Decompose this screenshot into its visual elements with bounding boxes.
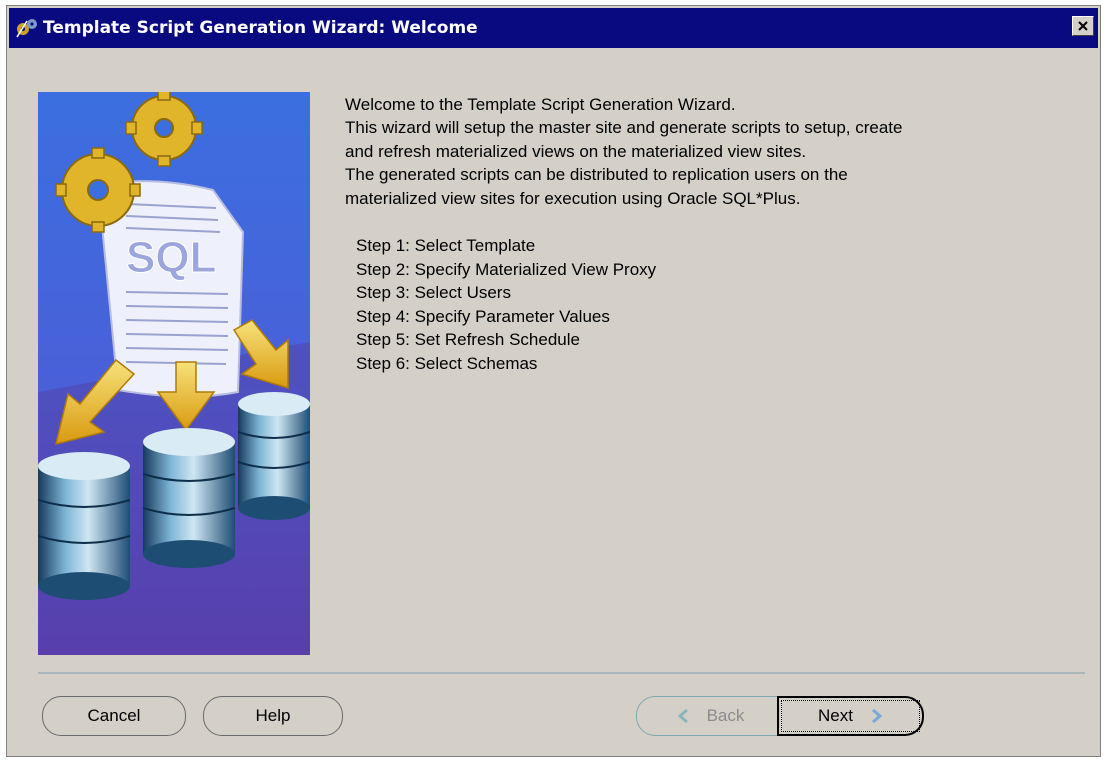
next-focus-ring: Next: [781, 700, 920, 732]
step-item: Step 2: Specify Materialized View Proxy: [356, 259, 657, 279]
close-button[interactable]: [1072, 16, 1094, 36]
left-chevron-icon: [677, 709, 688, 723]
next-button-label: Next: [818, 706, 853, 725]
wizard-window: Template Script Generation Wizard: Welco…: [6, 5, 1101, 757]
wizard-gears-icon: [16, 19, 37, 38]
wizard-illustration: SQL: [38, 92, 310, 655]
intro-text: Welcome to the Template Script Generatio…: [345, 93, 1085, 210]
intro-line: materialized view sites for execution us…: [345, 188, 801, 208]
cancel-button[interactable]: Cancel: [42, 696, 186, 736]
intro-line: Welcome to the Template Script Generatio…: [345, 95, 736, 114]
window-title: Template Script Generation Wizard: Welco…: [43, 18, 478, 38]
right-chevron-icon: [872, 709, 883, 723]
step-item: Step 1: Select Template: [356, 236, 536, 256]
step-item: Step 5: Set Refresh Schedule: [356, 330, 580, 350]
help-button-label: Help: [255, 706, 291, 725]
step-item: Step 4: Specify Parameter Values: [356, 306, 610, 326]
next-button[interactable]: Next: [777, 696, 924, 736]
close-icon: [1078, 21, 1088, 31]
intro-line: The generated scripts can be distributed…: [345, 165, 848, 185]
step-item: Step 3: Select Users: [356, 283, 511, 303]
welcome-content: Welcome to the Template Script Generatio…: [345, 93, 1085, 376]
intro-line: and refresh materialized views on the ma…: [345, 141, 807, 161]
step-item: Step 6: Select Schemas: [356, 354, 538, 373]
intro-line: This wizard will setup the master site a…: [345, 118, 903, 138]
document-sql-text: SQL: [126, 233, 216, 282]
back-button[interactable]: Back: [636, 696, 784, 736]
cancel-button-label: Cancel: [87, 706, 141, 725]
footer-divider: [38, 672, 1085, 674]
title-bar[interactable]: Template Script Generation Wizard: Welco…: [9, 8, 1098, 48]
help-button[interactable]: Help: [203, 696, 343, 736]
back-button-label: Back: [706, 706, 745, 725]
steps-list: Step 1: Select Template Step 2: Specify …: [356, 234, 1085, 376]
